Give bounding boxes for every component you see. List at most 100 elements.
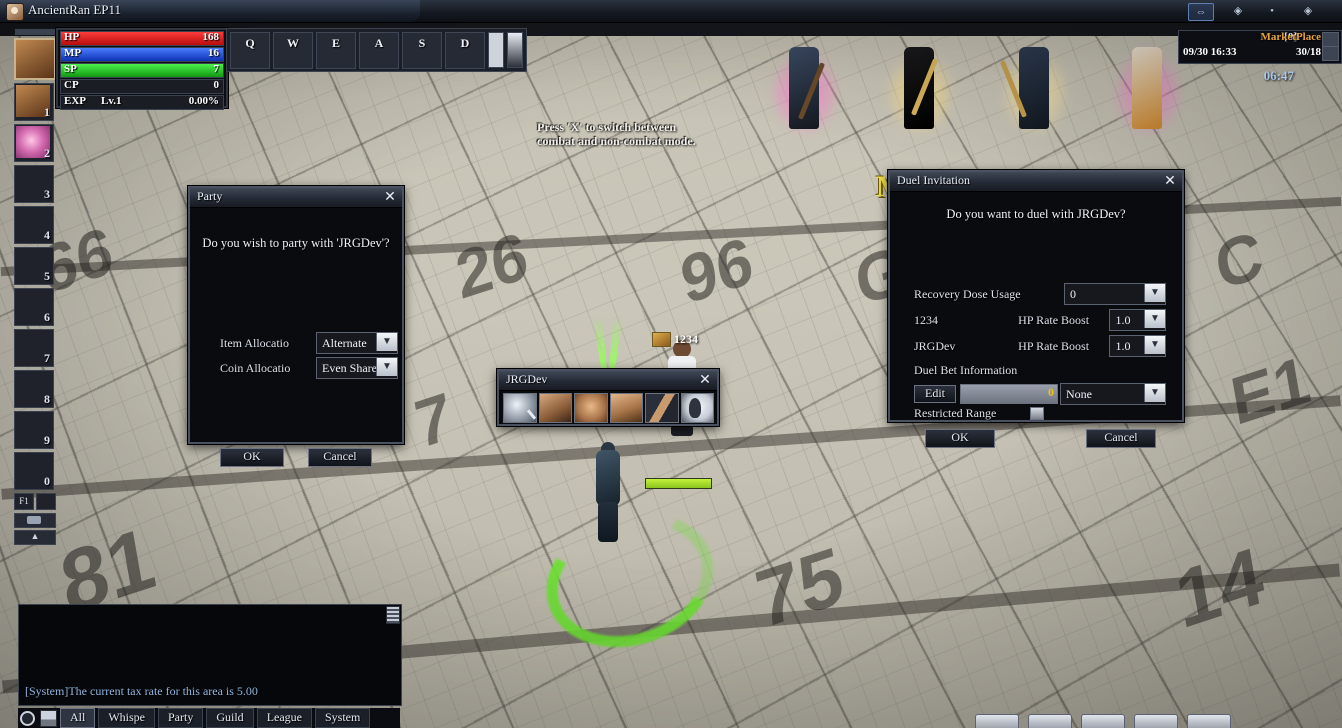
- inspect-icon[interactable]: [503, 393, 537, 423]
- close-icon[interactable]: ✕: [698, 372, 712, 387]
- game-window: 66 26 96 G 81 7 75 14 C E1 Press 'X' to …: [0, 0, 1342, 728]
- item-allocation-row: Item Allocatio Alternate ▼: [220, 332, 398, 354]
- restricted-range-checkbox[interactable]: [1030, 407, 1045, 420]
- chat-tab-system[interactable]: System: [315, 708, 371, 728]
- target-name-label: 1234: [674, 332, 698, 346]
- trade-icon[interactable]: [538, 393, 572, 423]
- resize-arrows-icon[interactable]: ⇔: [1188, 3, 1214, 21]
- duel-question: Do you want to duel with JRGDev?: [946, 207, 1126, 221]
- bet-amount-input[interactable]: 0: [960, 384, 1058, 404]
- hotbar-collapse-icon[interactable]: [507, 32, 523, 68]
- skill-slot-9[interactable]: 9: [14, 411, 54, 449]
- duel-bet-section-label: Duel Bet Information: [914, 363, 1018, 377]
- skill-slot-6[interactable]: 6: [14, 288, 54, 326]
- npc-character[interactable]: [1118, 47, 1178, 133]
- sidebar-slider[interactable]: [14, 513, 56, 528]
- chat-tab-all[interactable]: All: [60, 708, 96, 728]
- hotkey-d[interactable]: D: [445, 31, 485, 69]
- sidebar-handle[interactable]: [14, 28, 56, 36]
- menu-button[interactable]: [1187, 714, 1231, 728]
- hotkey-a[interactable]: A: [359, 31, 399, 69]
- sidebar-expand-button[interactable]: ▲: [14, 530, 56, 545]
- hp-bar-row: HP 168: [60, 31, 224, 46]
- chat-tab-whisper[interactable]: Whispe: [98, 708, 155, 728]
- npc-character[interactable]: [999, 47, 1065, 133]
- gear-icon[interactable]: [20, 710, 35, 726]
- dot-icon[interactable]: •: [1260, 3, 1284, 19]
- party-arms-icon[interactable]: [609, 393, 643, 423]
- character-button[interactable]: [1028, 714, 1072, 728]
- party-invitation-dialog[interactable]: Party ✕ Do you wish to party with 'JRGDe…: [188, 186, 404, 467]
- coin-allocation-select[interactable]: Even Share ▼: [316, 357, 398, 379]
- friend-silhouette-icon[interactable]: [680, 393, 714, 423]
- mp-bar-row: MP 16: [60, 47, 224, 62]
- chat-window[interactable]: [System]The current tax rate for this ar…: [18, 604, 402, 706]
- chevron-down-icon[interactable]: ▼: [376, 333, 397, 351]
- skill-slot-3[interactable]: 3: [14, 165, 54, 203]
- inventory-button[interactable]: [975, 714, 1019, 728]
- player1-boost-select[interactable]: 1.0 ▼: [1109, 309, 1166, 331]
- skill-slot-4[interactable]: 4: [14, 206, 54, 244]
- party-dialog-titlebar[interactable]: Party ✕: [190, 188, 402, 208]
- duel-cancel-button[interactable]: Cancel: [1086, 429, 1156, 448]
- quickslot-toggle-icon[interactable]: [36, 493, 56, 510]
- duel-ok-button[interactable]: OK: [925, 429, 995, 448]
- chat-tab-party[interactable]: Party: [158, 708, 204, 728]
- chevron-down-icon[interactable]: ▼: [1144, 310, 1165, 328]
- npc-character[interactable]: [775, 47, 835, 133]
- close-icon[interactable]: ✕: [1163, 173, 1177, 188]
- hotkey-q[interactable]: Q: [230, 31, 270, 69]
- hotkey-s[interactable]: S: [402, 31, 442, 69]
- coin-allocation-value: Even Share: [322, 360, 377, 375]
- chevron-down-icon[interactable]: ▼: [1144, 384, 1165, 402]
- skill-slot-1[interactable]: 1: [14, 83, 54, 121]
- party-ok-button[interactable]: OK: [220, 448, 284, 467]
- server-info-panel: [0] MarketPlace 09/30 16:33 30/18: [1178, 30, 1342, 64]
- active-skill-slot[interactable]: [14, 38, 56, 80]
- npc-body: [904, 47, 934, 129]
- recovery-dose-select[interactable]: 0 ▼: [1064, 283, 1166, 305]
- slot-number: 0: [44, 474, 50, 488]
- player-context-menu[interactable]: JRGDev ✕: [497, 369, 719, 426]
- chat-tab-league[interactable]: League: [256, 708, 312, 728]
- item-allocation-select[interactable]: Alternate ▼: [316, 332, 398, 354]
- save-log-icon[interactable]: [40, 709, 57, 727]
- skill-slot-2[interactable]: 2: [14, 124, 54, 162]
- f1-button[interactable]: F1: [14, 493, 34, 510]
- skill-slot-5[interactable]: 5: [14, 247, 54, 285]
- hotkey-w[interactable]: W: [273, 31, 313, 69]
- window-mode-icon[interactable]: [1322, 32, 1339, 47]
- minimize-diamond-icon[interactable]: ◈: [1226, 3, 1250, 19]
- skills-button[interactable]: [1081, 714, 1125, 728]
- duel-handshake-icon[interactable]: [645, 393, 679, 423]
- skill-slot-7[interactable]: 7: [14, 329, 54, 367]
- player1-boost-row: 1234 HP Rate Boost 1.0 ▼: [914, 309, 1166, 331]
- bet-type-select[interactable]: None ▼: [1060, 383, 1166, 405]
- player1-name-label: 1234: [914, 312, 938, 327]
- player2-boost-select[interactable]: 1.0 ▼: [1109, 335, 1166, 357]
- party-cancel-button[interactable]: Cancel: [308, 448, 372, 467]
- slider-knob[interactable]: [27, 516, 41, 524]
- chevron-down-icon[interactable]: ▼: [1144, 284, 1165, 302]
- duel-invitation-dialog[interactable]: Duel Invitation ✕ Do you want to duel wi…: [888, 170, 1184, 448]
- chevron-down-icon[interactable]: ▼: [376, 358, 397, 376]
- context-menu-titlebar[interactable]: JRGDev ✕: [499, 371, 717, 391]
- chevron-down-icon[interactable]: ▼: [1144, 336, 1165, 354]
- level-label: Lv.1: [101, 95, 122, 107]
- chat-tab-guild[interactable]: Guild: [206, 708, 254, 728]
- duel-dialog-title: Duel Invitation: [897, 173, 970, 187]
- hotkey-e[interactable]: E: [316, 31, 356, 69]
- skill-slot-8[interactable]: 8: [14, 370, 54, 408]
- maximize-diamond-icon[interactable]: ◈: [1296, 3, 1320, 19]
- quest-button[interactable]: [1134, 714, 1178, 728]
- close-icon[interactable]: ✕: [383, 189, 397, 204]
- target-nameplate[interactable]: 1234: [652, 332, 698, 347]
- chat-scrollbar[interactable]: [386, 606, 400, 624]
- minimap-toggle-icon[interactable]: [1322, 46, 1339, 61]
- whisper-ear-icon[interactable]: [574, 393, 608, 423]
- hotbar-page-icon[interactable]: [488, 32, 504, 68]
- skill-slot-0[interactable]: 0: [14, 452, 54, 490]
- npc-character[interactable]: [890, 47, 950, 133]
- duel-dialog-titlebar[interactable]: Duel Invitation ✕: [890, 172, 1182, 192]
- bet-edit-button[interactable]: Edit: [914, 385, 956, 403]
